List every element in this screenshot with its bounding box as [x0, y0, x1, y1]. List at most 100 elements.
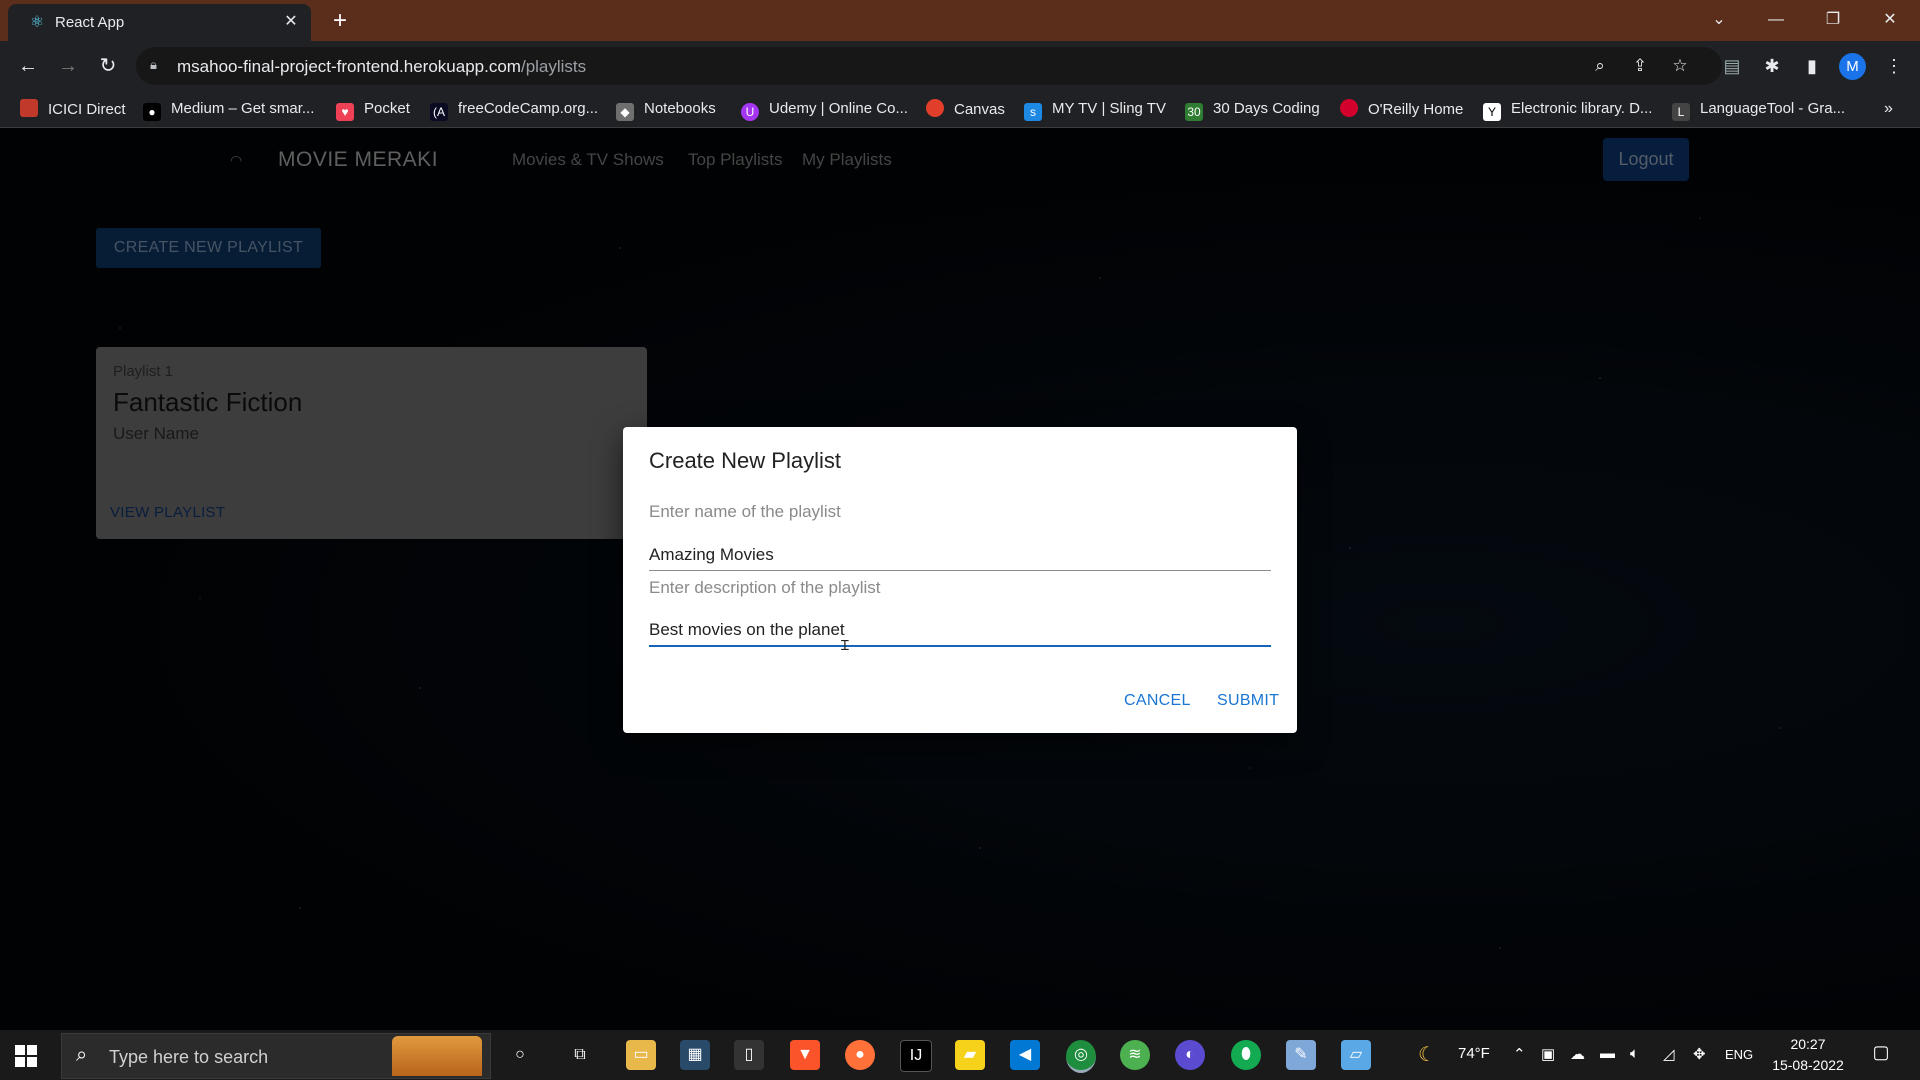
file-explorer-icon[interactable]: ▭	[626, 1040, 656, 1070]
spotify-icon[interactable]: ≋	[1120, 1040, 1150, 1070]
side-panel-icon[interactable]: ▮	[1798, 52, 1826, 80]
bookmark-label: Canvas	[954, 101, 1005, 118]
meet-now-icon[interactable]: ▣	[1541, 1045, 1555, 1063]
menu-kebab-icon[interactable]: ⋮	[1880, 52, 1908, 80]
firefox-icon[interactable]: ●	[845, 1040, 875, 1070]
vscode-icon[interactable]: ◀	[1010, 1040, 1040, 1070]
dropbox-icon[interactable]: ✥	[1693, 1045, 1706, 1063]
bookmark-pocket[interactable]: ♥ Pocket	[336, 99, 410, 121]
profile-avatar[interactable]: M	[1839, 53, 1866, 80]
minimize-icon[interactable]: —	[1756, 6, 1796, 34]
weather-temperature[interactable]: 74°F	[1458, 1045, 1490, 1062]
notepad-icon[interactable]: ▱	[1341, 1040, 1371, 1070]
dialog-title: Create New Playlist	[649, 448, 841, 473]
bookmark-icici-direct[interactable]: ICICI Direct	[20, 99, 126, 119]
extensions-puzzle-icon[interactable]: ✱	[1758, 52, 1786, 80]
freecodecamp-icon: (A	[430, 103, 448, 121]
start-tile	[27, 1045, 37, 1055]
onedrive-cloud-icon[interactable]: ☁	[1570, 1045, 1585, 1063]
battery-icon[interactable]: ▬	[1600, 1045, 1615, 1062]
reload-icon[interactable]: ↻	[94, 52, 122, 80]
url-path: /playlists	[520, 57, 587, 76]
playlist-description-field[interactable]: Enter description of the playlist Best m…	[649, 578, 1271, 648]
bookmark-notebooks[interactable]: ◆ Notebooks	[616, 99, 716, 121]
oreilly-icon	[1340, 99, 1358, 117]
bookmark-label: Electronic library. D...	[1511, 100, 1653, 117]
show-hidden-icons-icon[interactable]: ⌃	[1513, 1045, 1526, 1063]
electronic-library-icon: Y	[1483, 103, 1501, 121]
url-host: msahoo-final-project-frontend.herokuapp.…	[177, 57, 521, 76]
paint-icon[interactable]: ✎	[1286, 1040, 1316, 1070]
more-bookmarks-icon[interactable]: »	[1884, 99, 1893, 119]
weather-moon-icon[interactable]: ☾	[1418, 1042, 1436, 1067]
network-icon[interactable]: ◿	[1663, 1045, 1675, 1063]
canvas-icon	[926, 99, 944, 117]
bookmark-udemy[interactable]: U Udemy | Online Co...	[741, 99, 908, 121]
mysql-workbench-icon[interactable]: ▦	[680, 1040, 710, 1070]
zoom-icon[interactable]: ⌕	[1588, 54, 1612, 78]
close-tab-icon[interactable]: ✕	[280, 11, 302, 33]
brave-icon[interactable]: ▼	[790, 1040, 820, 1070]
taskbar-search-box[interactable]: ⌕ Type here to search	[61, 1033, 491, 1079]
bookmark-medium[interactable]: ● Medium – Get smar...	[143, 99, 315, 121]
language-indicator[interactable]: ENG	[1725, 1047, 1753, 1062]
bookmark-star-icon[interactable]: ☆	[1668, 54, 1692, 78]
bookmark-electronic-library[interactable]: Y Electronic library. D...	[1483, 99, 1653, 121]
bookmark-label: ICICI Direct	[48, 101, 126, 118]
medium-icon: ●	[143, 103, 161, 121]
notification-center-icon[interactable]: ▢	[1868, 1042, 1894, 1068]
browser-tab[interactable]: ⚛ React App ✕	[8, 4, 311, 41]
new-tab-icon[interactable]: +	[325, 6, 355, 36]
close-window-icon[interactable]: ✕	[1870, 6, 1910, 34]
bookmark-30-days-coding[interactable]: 30 30 Days Coding	[1185, 99, 1320, 121]
chrome-icon[interactable]: ◎	[1066, 1040, 1096, 1073]
task-view-icon[interactable]: ⧉	[565, 1040, 595, 1070]
back-icon[interactable]: ←	[14, 52, 42, 80]
bookmark-label: MY TV | Sling TV	[1052, 100, 1166, 117]
sticky-notes-icon[interactable]: ▰	[955, 1040, 985, 1070]
playlist-name-underline	[649, 570, 1271, 571]
share-icon[interactable]: ⇪	[1628, 54, 1652, 78]
url-text[interactable]: msahoo-final-project-frontend.herokuapp.…	[177, 57, 586, 77]
playlist-name-input[interactable]: Amazing Movies	[649, 545, 1271, 565]
search-highlight-image	[392, 1036, 482, 1076]
intellij-icon[interactable]: IJ	[900, 1040, 932, 1072]
mongodb-compass-icon[interactable]: ⬮	[1231, 1040, 1261, 1070]
start-tile	[15, 1045, 25, 1055]
extension-icon[interactable]: ▤	[1718, 52, 1746, 80]
tab-search-icon[interactable]: ⌄	[1699, 6, 1739, 34]
search-icon: ⌕	[76, 1044, 88, 1066]
sling-icon: s	[1024, 103, 1042, 121]
start-tile	[15, 1057, 25, 1067]
cortana-icon[interactable]: ○	[505, 1040, 535, 1070]
bookmark-canvas[interactable]: Canvas	[926, 99, 1005, 119]
start-tile	[27, 1057, 37, 1067]
bookmark-label: LanguageTool - Gra...	[1700, 100, 1846, 117]
react-favicon-icon: ⚛	[29, 14, 45, 31]
system-clock[interactable]: 20:27 15-08-2022	[1768, 1034, 1848, 1076]
playlist-description-input[interactable]: Best movies on the planet	[649, 620, 1271, 640]
restore-icon[interactable]: ❐	[1813, 6, 1853, 34]
icici-icon	[20, 99, 38, 117]
bookmark-label: Medium – Get smar...	[171, 100, 315, 117]
cancel-button[interactable]: CANCEL	[1124, 692, 1191, 710]
browser-tab-strip: ⚛ React App ✕ + ⌄ — ❐ ✕	[0, 0, 1920, 41]
playlist-description-underline	[649, 645, 1271, 647]
bookmark-label: Pocket	[364, 100, 410, 117]
playlist-name-label: Enter name of the playlist	[649, 502, 841, 521]
taskbar-search-placeholder: Type here to search	[109, 1047, 269, 1067]
playlist-name-field[interactable]: Enter name of the playlist Amazing Movie…	[649, 502, 1271, 571]
windows-start-icon[interactable]	[15, 1045, 37, 1067]
bookmark-oreilly[interactable]: O'Reilly Home	[1340, 99, 1463, 119]
volume-icon[interactable]: 🔈︎	[1630, 1045, 1639, 1062]
bookmark-label: Notebooks	[644, 100, 716, 117]
eclipse-icon[interactable]: ◐	[1175, 1040, 1205, 1070]
address-bar[interactable]: 🔒︎ msahoo-final-project-frontend.herokua…	[136, 47, 1722, 85]
forward-icon[interactable]: →	[54, 52, 82, 80]
submit-button[interactable]: SUBMIT	[1217, 692, 1279, 710]
terminal-icon[interactable]: ▯	[734, 1040, 764, 1070]
bookmark-languagetool[interactable]: L LanguageTool - Gra...	[1672, 99, 1846, 121]
bookmark-sling-tv[interactable]: s MY TV | Sling TV	[1024, 99, 1166, 121]
bookmark-label: 30 Days Coding	[1213, 100, 1320, 117]
bookmark-freecodecamp[interactable]: (A freeCodeCamp.org...	[430, 99, 598, 121]
